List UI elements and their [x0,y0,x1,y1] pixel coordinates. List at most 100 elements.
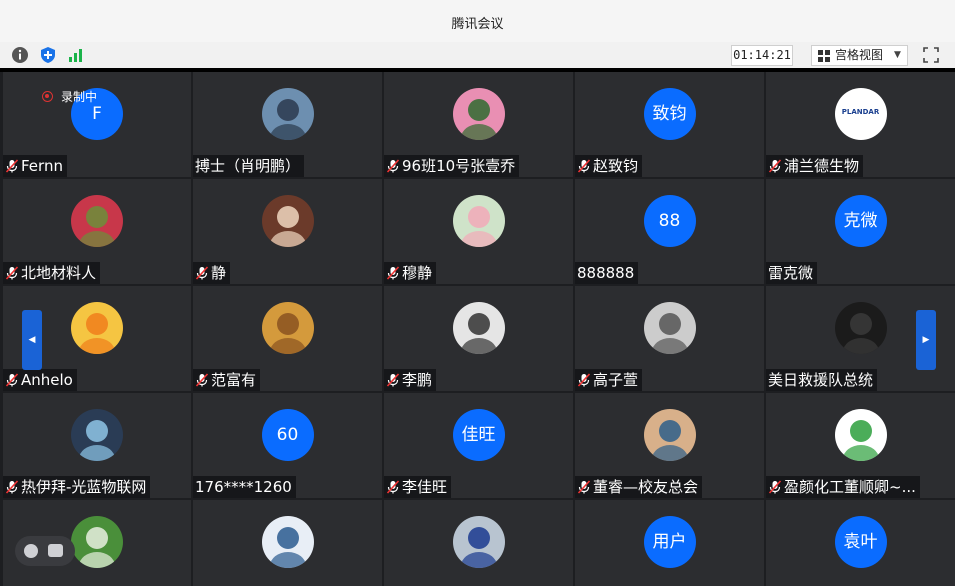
mic-muted-icon [386,159,400,173]
participant-name: 搏士（肖明鹏） [193,155,305,177]
recording-indicator: 录制中 [42,88,97,105]
avatar [643,409,696,461]
emoji-icon[interactable] [24,544,38,558]
participant-tile[interactable]: 88 888888 [575,179,764,284]
participant-tile[interactable]: 佳旺李佳旺 [384,393,573,498]
participant-name-text: 范富有 [211,371,257,389]
participant-tile[interactable]: 克微雷克微 [766,179,955,284]
avatar: 致钧 [643,88,696,140]
mic-muted-icon [768,159,782,173]
avatar [643,302,696,354]
participant-name: 李鹏 [384,369,437,391]
avatar-initials: 88 [658,211,681,231]
participant-name-text: 搏士（肖明鹏） [195,157,301,175]
avatar: 佳旺 [452,409,505,461]
participant-name-text: 穆静 [402,264,433,282]
participant-name: 静 [193,262,231,284]
participant-name: 范富有 [193,369,261,391]
participant-name: 盈颜化工董顺卿~... [766,476,920,498]
mic-muted-icon [5,266,19,280]
participant-name: Anhelo [3,369,77,391]
participant-tile[interactable]: 李鹏 [384,286,573,391]
view-mode-label: 宫格视图 [835,48,884,62]
avatar-initials: 佳旺 [461,425,496,445]
participant-tile[interactable]: 96班10号张壹乔 [384,72,573,177]
participant-name-text: 176****1260 [195,478,292,496]
mic-muted-icon [577,159,591,173]
participant-name-text: 高子萱 [593,371,639,389]
participant-tile[interactable]: 致钧赵致钧 [575,72,764,177]
avatar [261,516,314,568]
prev-page-button[interactable]: ◀ [22,310,42,370]
participant-name-text: 赵致钧 [593,157,639,175]
window-title: 腾讯会议 [451,17,504,32]
participant-name-text: 盈颜化工董顺卿~... [784,478,916,496]
chat-controls[interactable] [15,536,75,566]
participant-name-text: 热伊拜-光蓝物联网 [21,478,147,496]
participant-name: 穆静 [384,262,437,284]
fullscreen-icon[interactable] [922,46,940,64]
participant-tile[interactable]: 董睿—校友总会 [575,393,764,498]
participant-tile[interactable]: 穆静 [384,179,573,284]
participant-tile[interactable] [193,500,382,586]
participant-name: 赵致钧 [575,155,643,177]
next-page-button[interactable]: ▶ [916,310,936,370]
mic-muted-icon [5,159,19,173]
participant-name: 北地材料人 [3,262,101,284]
participant-name: 高子萱 [575,369,643,391]
participant-tile[interactable]: 北地材料人 [3,179,191,284]
mic-muted-icon [5,373,19,387]
avatar-initials: 60 [276,425,299,445]
participant-tile[interactable] [384,500,573,586]
participant-name-text: 董睿—校友总会 [593,478,699,496]
participant-name-text: 888888 [577,264,635,282]
participant-name-text: Anhelo [21,371,73,389]
participant-name: 176****1260 [193,476,296,498]
meeting-timer: 01:14:21 [731,45,793,66]
participant-tile[interactable]: 用户 [575,500,764,586]
participant-name-text: 李佳旺 [402,478,448,496]
mic-muted-icon [195,373,209,387]
avatar: 60 [261,409,314,461]
participant-name-text: 雷克微 [768,264,814,282]
participant-tile[interactable]: 袁叶 [766,500,955,586]
meeting-toolbar: 01:14:21 宫格视图 ▼ [0,42,955,69]
participant-tile[interactable]: 搏士（肖明鹏） [193,72,382,177]
avatar-initials: 袁叶 [843,532,878,552]
participant-tile[interactable]: PLANDAR 浦兰德生物 [766,72,955,177]
participant-tile[interactable]: 高子萱 [575,286,764,391]
recording-label: 录制中 [61,90,98,104]
mic-muted-icon [768,480,782,494]
participant-name: Fernn [3,155,67,177]
avatar [261,195,314,247]
avatar-initials: 致钧 [652,104,687,124]
avatar: 88 [643,195,696,247]
avatar [834,409,887,461]
video-grid: F Fernn 搏士（肖明鹏） 96班10号张壹乔 致钧 赵致钧 PLANDAR 浦兰德生物北… [0,72,955,586]
participant-tile[interactable]: 盈颜化工董顺卿~... [766,393,955,498]
participant-tile[interactable]: 60 176****1260 [193,393,382,498]
avatar [71,516,123,568]
participant-tile[interactable]: 范富有 [193,286,382,391]
avatar [71,195,123,247]
participant-name: 888888 [575,262,639,284]
avatar [261,88,314,140]
participant-name: 热伊拜-光蓝物联网 [3,476,151,498]
info-icon[interactable] [11,46,29,64]
participant-name: 雷克微 [766,262,818,284]
shield-icon[interactable] [39,46,57,64]
participant-name-text: 浦兰德生物 [784,157,860,175]
logo-text: PLANDAR [841,108,880,116]
chat-icon[interactable] [48,544,63,557]
grid-view-icon [818,50,830,62]
avatar [452,195,505,247]
participant-name-text: 96班10号张壹乔 [402,157,516,175]
participant-tile[interactable]: 静 [193,179,382,284]
avatar: 克微 [834,195,887,247]
participant-tile[interactable]: 热伊拜-光蓝物联网 [3,393,191,498]
signal-icon[interactable] [67,46,85,64]
view-mode-button[interactable]: 宫格视图 ▼ [811,45,908,66]
avatar [452,88,505,140]
avatar: 用户 [643,516,696,568]
avatar-initials: 克微 [843,211,878,231]
